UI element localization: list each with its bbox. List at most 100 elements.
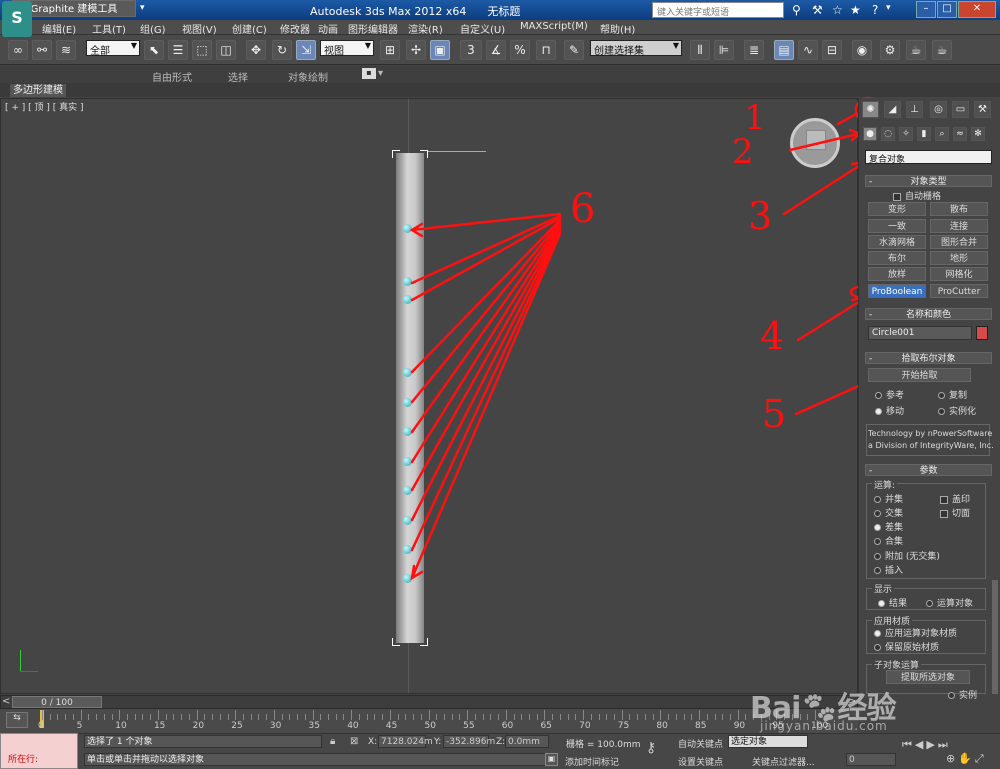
name-color-rollout-header[interactable]: - 名称和颜色 — [865, 308, 992, 320]
key-filters-button[interactable]: 关键点过滤器... — [752, 755, 815, 768]
display-tab-icon[interactable]: ▭ — [952, 101, 969, 118]
category-dropdown[interactable]: 复合对象 — [865, 150, 992, 165]
timeline-tick-mark — [675, 714, 677, 720]
mini-curve-editor-icon[interactable]: ⇆ — [6, 712, 28, 728]
timeline-tick-mark — [289, 714, 291, 720]
autokey-selection-dropdown[interactable]: 选定对象 — [728, 735, 808, 748]
annotation-number-2: 2 — [732, 132, 754, 172]
insert-radio[interactable]: 插入 — [874, 563, 903, 576]
timeline-tick-mark — [745, 714, 747, 720]
shapemerge-button[interactable]: 图形合并 — [930, 235, 988, 249]
timeline-tick-label: 60 — [501, 721, 514, 731]
timeline-tick-mark — [482, 714, 484, 720]
proboolean-button[interactable]: ProBoolean — [868, 284, 926, 298]
terrain-button[interactable]: 地形 — [930, 251, 988, 265]
annotation-number-3: 3 — [748, 194, 773, 238]
object-type-rollout-header[interactable]: - 对象类型 — [865, 175, 992, 187]
timeline-tick-mark — [212, 714, 214, 720]
command-panel-scrollbar[interactable] — [992, 580, 998, 694]
scatter-button[interactable]: 散布 — [930, 202, 988, 216]
blobmesh-button[interactable]: 水滴网格 — [868, 235, 926, 249]
motion-tab-icon[interactable]: ◎ — [930, 101, 947, 118]
operation-label: 运算: — [872, 478, 898, 491]
display-result-radio[interactable]: 结果 — [878, 596, 907, 609]
timeline-tick-mark — [351, 710, 353, 720]
timeline-tick-mark — [119, 710, 121, 720]
setkey-button[interactable]: 设置关键点 — [678, 755, 723, 768]
z-coord-input[interactable]: 0.0mm — [505, 735, 549, 748]
geometry-icon[interactable]: ● — [863, 127, 877, 141]
subtraction-radio[interactable]: 差集 — [874, 520, 903, 533]
instance-subobj-radio[interactable]: 实例 — [948, 688, 977, 701]
autogrid-checkbox[interactable]: 自动栅格 — [893, 189, 941, 202]
timeline-tick-mark — [559, 714, 561, 720]
hierarchy-tab-icon[interactable]: ⊥ — [906, 101, 923, 118]
y-label: Y: — [434, 737, 442, 747]
annotation-number-6: 6 — [570, 186, 596, 232]
timeline-tick-mark — [428, 710, 430, 720]
timeline-tick-mark — [258, 714, 260, 720]
time-tag-icon[interactable]: ▣ — [545, 753, 558, 766]
timeline-tick-mark — [320, 714, 322, 720]
reference-radio[interactable]: 参考 — [875, 388, 904, 401]
timeline-tick-mark — [590, 714, 592, 720]
retain-original-material-radio[interactable]: 保留原始材质 — [874, 640, 939, 653]
timeline-tick-mark — [304, 714, 306, 720]
display-operands-radio[interactable]: 运算对象 — [926, 596, 973, 609]
timeline-tick-mark — [103, 714, 105, 720]
create-tab-icon[interactable]: ✺ — [862, 101, 879, 118]
lock-icon[interactable]: 🔒︎ — [330, 736, 335, 747]
transform-mode-icon[interactable]: ⊠ — [350, 736, 358, 747]
intersection-radio[interactable]: 交集 — [874, 506, 903, 519]
spacewarps-icon[interactable]: ≈ — [953, 127, 967, 141]
cookie-checkbox[interactable]: 切面 — [940, 506, 970, 519]
helpers-icon[interactable]: ⌕ — [935, 127, 949, 141]
lights-icon[interactable]: ✧ — [899, 127, 913, 141]
systems-icon[interactable]: ✻ — [971, 127, 985, 141]
cameras-icon[interactable]: ▮ — [917, 127, 931, 141]
current-frame-input[interactable]: 0 — [846, 753, 896, 766]
watermark-url: jingyan.baidu.com — [760, 719, 888, 733]
loft-button[interactable]: 放样 — [868, 267, 926, 281]
shapes-icon[interactable]: ◌ — [881, 127, 895, 141]
autokey-button[interactable]: 自动关键点 — [678, 737, 723, 750]
apply-operand-material-radio[interactable]: 应用运算对象材质 — [874, 626, 957, 639]
conform-button[interactable]: 一致 — [868, 219, 926, 233]
y-coord-input[interactable]: -352.896m — [443, 735, 495, 748]
start-picking-button[interactable]: 开始拾取 — [868, 368, 971, 382]
params-rollout-header[interactable]: - 参数 — [865, 464, 992, 476]
connect-button[interactable]: 连接 — [930, 219, 988, 233]
playback-controls[interactable]: ⏮◀▶⏭ — [902, 738, 951, 752]
move-radio[interactable]: 移动 — [875, 404, 904, 417]
union-radio[interactable]: 并集 — [874, 492, 903, 505]
timeline-tick-mark — [706, 714, 708, 720]
modify-tab-icon[interactable]: ◢ — [884, 101, 901, 118]
pick-boolean-rollout-header[interactable]: - 拾取布尔对象 — [865, 352, 992, 364]
boolean-button[interactable]: 布尔 — [868, 251, 926, 265]
utilities-tab-icon[interactable]: ⚒ — [974, 101, 991, 118]
key-icon[interactable]: ⚷ — [646, 740, 656, 756]
add-time-tag-label[interactable]: 添加时间标记 — [565, 755, 619, 768]
timeline-tick-mark — [405, 714, 407, 720]
imprint-checkbox[interactable]: 盖印 — [940, 492, 970, 505]
extract-selected-button[interactable]: 提取所选对象 — [886, 670, 970, 684]
object-color-swatch[interactable] — [976, 326, 988, 340]
x-coord-input[interactable]: 7128.024m — [378, 735, 433, 748]
mesher-button[interactable]: 网格化 — [930, 267, 988, 281]
timeline-tick-label: 35 — [308, 721, 320, 731]
viewport-nav-controls[interactable]: ⊕✋⤢ — [946, 752, 987, 766]
time-slider-thumb[interactable]: 0 / 100 — [12, 696, 102, 708]
object-name-input[interactable]: Circle001 — [868, 326, 972, 340]
time-slider-track[interactable] — [0, 695, 858, 709]
slider-left-icon[interactable]: < — [2, 696, 10, 707]
copy-radio[interactable]: 复制 — [938, 388, 967, 401]
procutter-button[interactable]: ProCutter — [930, 284, 988, 298]
timeline-tick-mark — [637, 714, 639, 720]
timeline-tick-label: 90 — [733, 721, 746, 731]
merge-radio[interactable]: 合集 — [874, 534, 903, 547]
morph-button[interactable]: 变形 — [868, 202, 926, 216]
app-menu-button[interactable]: S — [2, 1, 32, 37]
attach-radio[interactable]: 附加 (无交集) — [874, 549, 940, 562]
instance-radio[interactable]: 实例化 — [938, 404, 976, 417]
timeline-tick-mark — [606, 714, 608, 720]
